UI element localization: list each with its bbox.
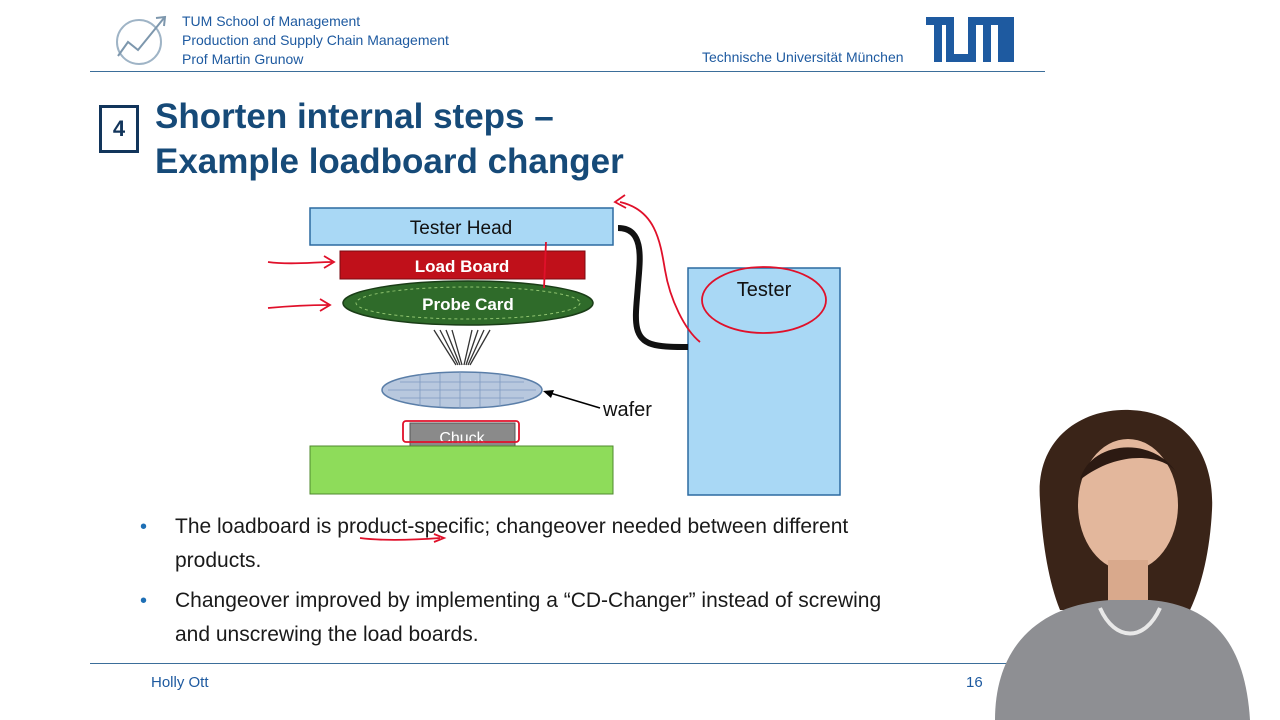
school-name: TUM School of Management [182,13,361,29]
probe-needles [433,329,491,366]
university-name: Technische Universität München [702,49,904,65]
base-platform [309,445,614,495]
bullet-list: • The loadboard is product-specific; cha… [140,510,900,658]
tester-cable [617,225,689,350]
load-board-label: Load Board [415,257,509,276]
underline-annotation [359,533,447,543]
chuck-label: Chuck [439,430,485,447]
footer-divider [90,663,1045,664]
tester-box [687,267,841,496]
bullet-icon: • [140,516,148,538]
tum-logo [926,17,1014,62]
footer-presenter-name: Holly Ott [151,674,209,691]
bullet-text: Changeover improved by implementing a “C… [175,589,882,646]
header-affiliation: TUM School of Management Production and … [182,12,449,69]
title-line-1: Shorten internal steps – [155,97,554,136]
tester-head-label: Tester Head [410,218,512,239]
tum-som-logo [116,15,167,65]
title-line-2: Example loadboard changer [155,142,624,181]
bullet-item: • Changeover improved by implementing a … [140,584,900,652]
slide-title: Shorten internal steps – Example loadboa… [155,94,624,184]
probe-card-label: Probe Card [422,295,514,314]
bullet-icon: • [140,590,148,612]
professor-name: Prof Martin Grunow [182,51,304,67]
bullet-text: The loadboard is product-specific; chang… [175,515,849,572]
wafer-label: wafer [602,399,652,421]
loadboard-diagram: Tester Head Load Board Probe Card wafer … [267,194,841,496]
tester-label: Tester [737,279,792,301]
presenter-video [995,409,1250,720]
bullet-item: • The loadboard is product-specific; cha… [140,510,900,578]
chair-name: Production and Supply Chain Management [182,32,449,48]
section-number-box: 4 [99,105,139,153]
header-divider [90,71,1045,72]
